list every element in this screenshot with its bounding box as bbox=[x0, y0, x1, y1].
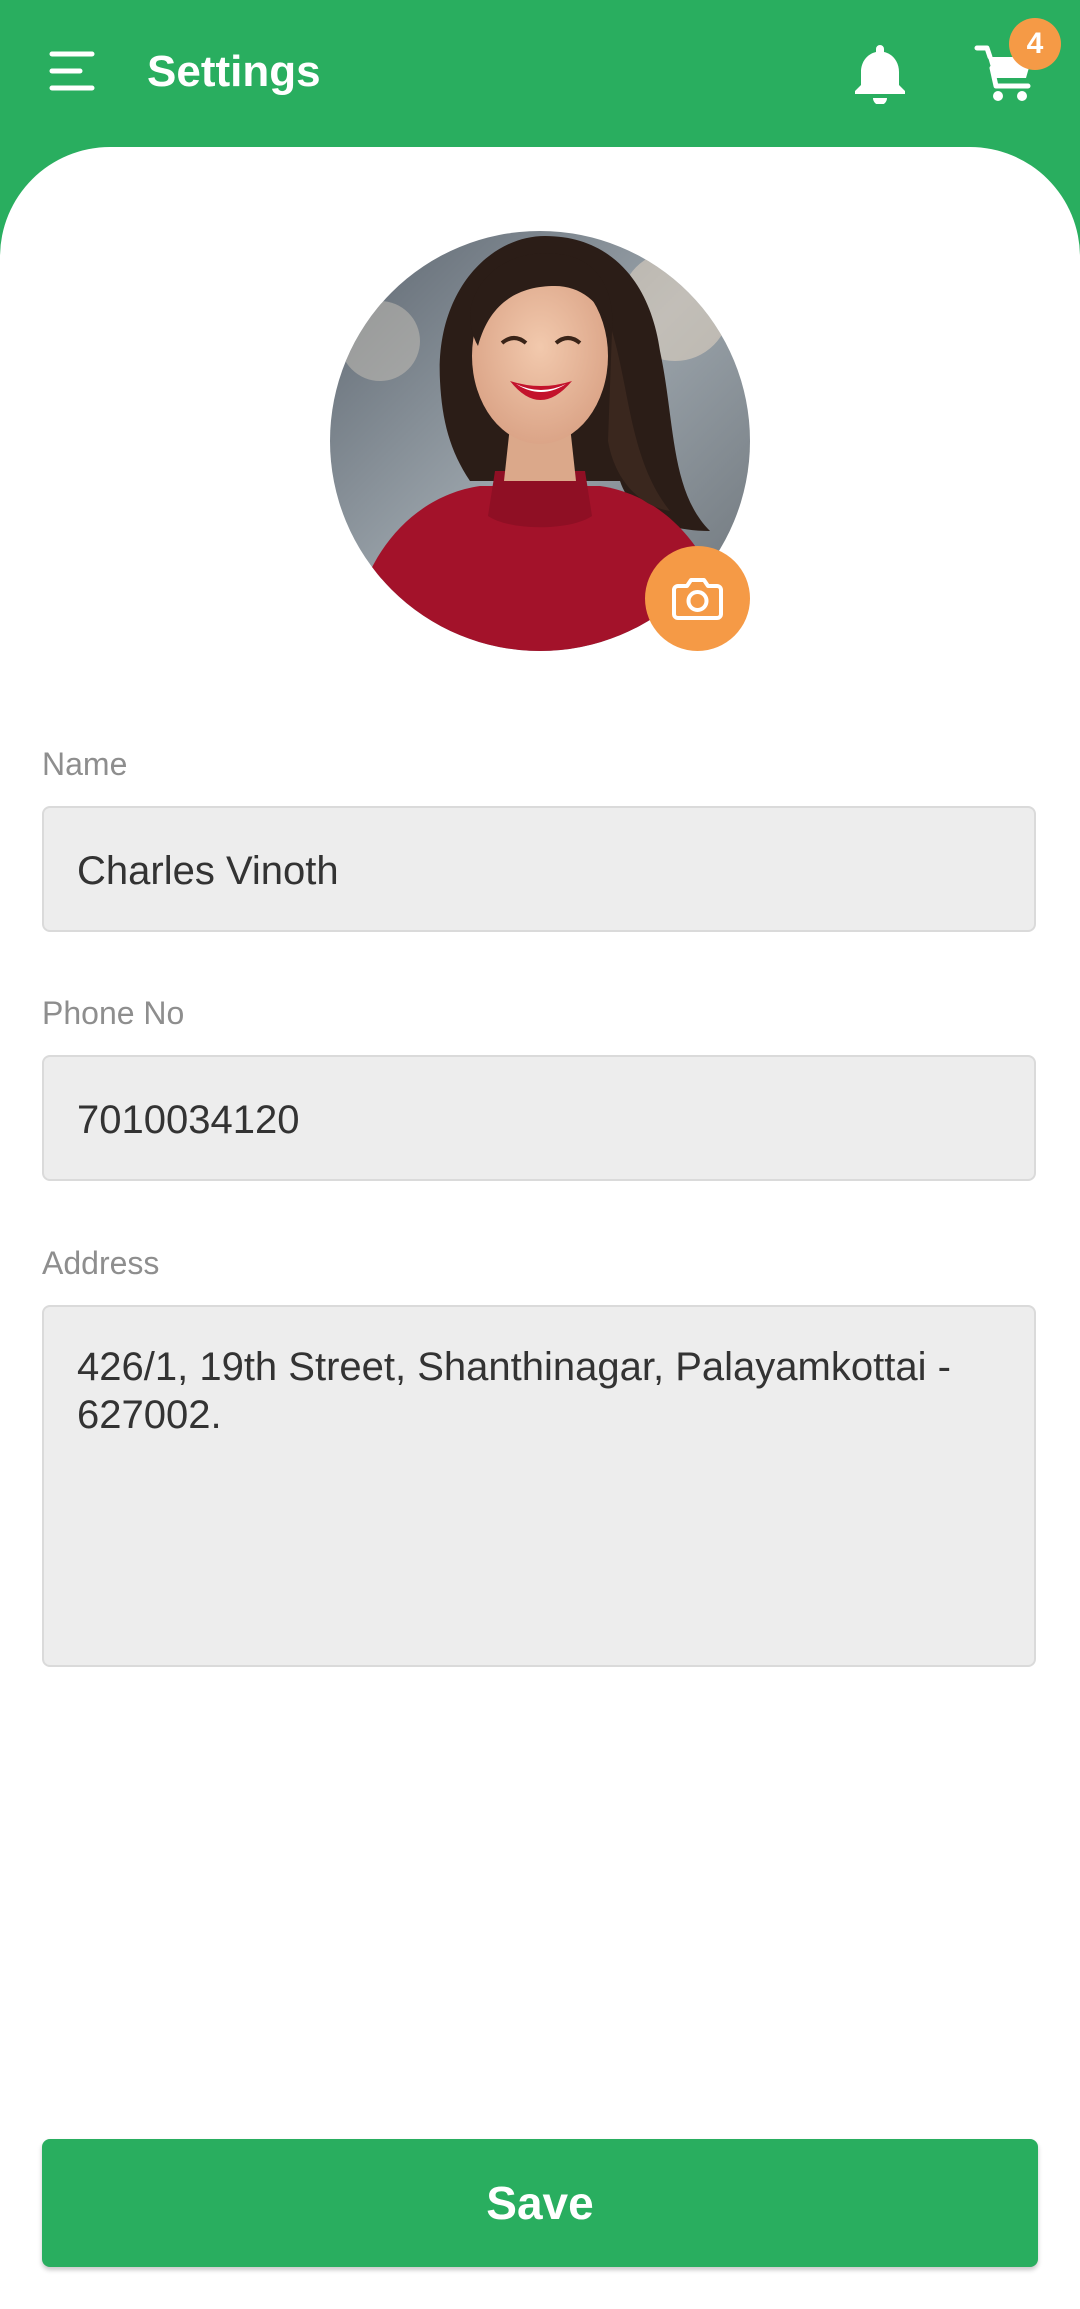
address-field[interactable]: 426/1, 19th Street, Shanthinagar, Palaya… bbox=[42, 1305, 1036, 1667]
cart-count-badge: 4 bbox=[1009, 18, 1061, 70]
save-button[interactable]: Save bbox=[42, 2139, 1038, 2267]
address-label: Address bbox=[42, 1245, 160, 1281]
app-bar: Settings 4 bbox=[0, 0, 1080, 148]
phone-value: 7010034120 bbox=[77, 1098, 300, 1142]
camera-icon bbox=[672, 578, 723, 620]
phone-field[interactable]: 7010034120 bbox=[42, 1055, 1036, 1181]
notification-button[interactable] bbox=[848, 40, 912, 104]
change-photo-button[interactable] bbox=[645, 546, 750, 651]
menu-button[interactable] bbox=[40, 40, 104, 104]
name-field[interactable]: Charles Vinoth bbox=[42, 806, 1036, 932]
name-label: Name bbox=[42, 746, 128, 782]
name-value: Charles Vinoth bbox=[77, 849, 339, 893]
phone-label: Phone No bbox=[42, 995, 185, 1031]
menu-icon bbox=[49, 51, 95, 91]
page-title: Settings bbox=[147, 47, 321, 96]
address-value: 426/1, 19th Street, Shanthinagar, Palaya… bbox=[77, 1345, 951, 1437]
bell-icon bbox=[855, 45, 905, 104]
